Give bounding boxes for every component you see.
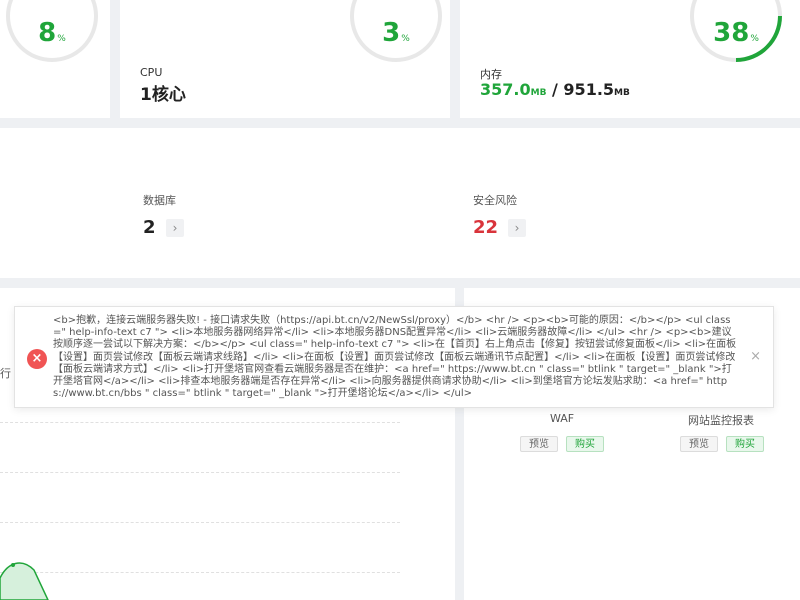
plugin-name-waf: WAF (550, 412, 575, 425)
load-card: 8% (0, 0, 110, 118)
waf-buy-button[interactable]: 购买 (566, 436, 604, 452)
error-toast: × <b>抱歉，连接云端服务器失败! - 接口请求失败（https://api.… (14, 306, 774, 408)
monitor-preview-button[interactable]: 预览 (680, 436, 718, 452)
error-message: <b>抱歉，连接云端服务器失败! - 接口请求失败（https://api.bt… (53, 315, 737, 400)
error-icon: × (27, 349, 47, 369)
database-chevron-icon[interactable]: › (166, 219, 184, 237)
security-chevron-icon[interactable]: › (508, 219, 526, 237)
database-label: 数据库 (143, 194, 176, 207)
overview-card: 数据库 2 › 安全风险 22 › (0, 128, 800, 278)
cpu-label: CPU (140, 66, 163, 79)
side-label: 行 (0, 367, 11, 380)
load-gauge-value: 8% (38, 18, 66, 48)
database-value[interactable]: 2 (143, 217, 156, 238)
chart-point (11, 563, 15, 567)
cpu-value: 1核心 (140, 85, 186, 105)
memory-gauge-value: 38% (713, 18, 759, 48)
close-icon[interactable]: × (750, 349, 761, 364)
chart-area-fill (0, 562, 49, 600)
security-label: 安全风险 (473, 194, 517, 207)
cpu-gauge-value: 3% (382, 18, 410, 48)
cpu-card: 3% CPU 1核心 (120, 0, 450, 118)
monitor-buy-button[interactable]: 购买 (726, 436, 764, 452)
waf-preview-button[interactable]: 预览 (520, 436, 558, 452)
security-value[interactable]: 22 (473, 217, 498, 238)
memory-value: 357.0MB / 951.5MB (480, 80, 630, 99)
memory-card: 38% 内存 357.0MB / 951.5MB (460, 0, 800, 118)
plugin-name-monitor: 网站监控报表 (688, 414, 754, 427)
